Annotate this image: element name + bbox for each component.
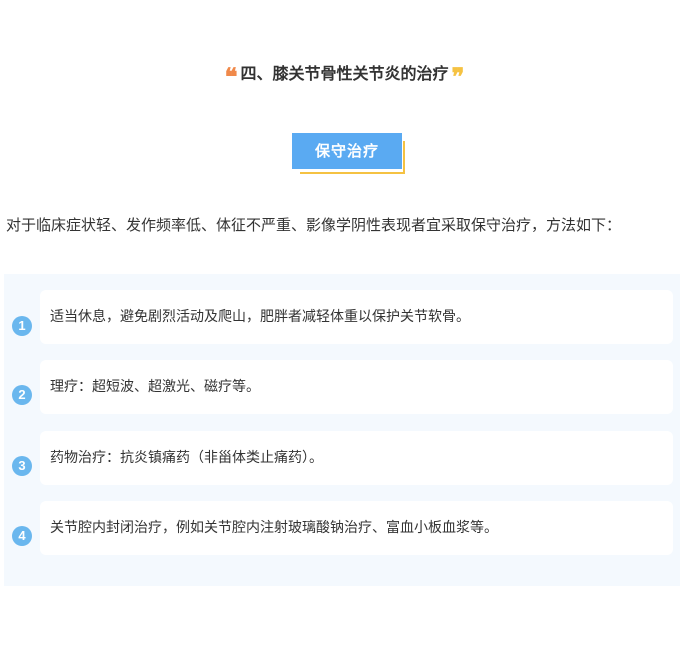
list-item-text: 关节腔内封闭治疗，例如关节腔内注射玻璃酸钠治疗、富血小板血浆等。 — [50, 520, 498, 536]
number-badge-3: 3 — [12, 456, 32, 476]
list-item-text: 药物治疗：抗炎镇痛药（非甾体类止痛药）。 — [50, 450, 323, 466]
number-badge-1: 1 — [12, 316, 32, 336]
section-heading: ❝ 四、膝关节骨性关节炎的治疗 ❞ — [0, 60, 689, 91]
number-badge-2: 2 — [12, 385, 32, 405]
subsection-tag: 保守治疗 — [292, 133, 405, 174]
intro-paragraph: 对于临床症状轻、发作频率低、体征不严重、影像学阴性表现者宜采取保守治疗，方法如下… — [6, 216, 622, 234]
tag-label: 保守治疗 — [292, 133, 402, 169]
number-badge-4: 4 — [12, 526, 32, 546]
list-item-text: 适当休息，避免剧烈活动及爬山，肥胖者减轻体重以保护关节软骨。 — [50, 309, 470, 325]
treatment-list: 1 适当休息，避免剧烈活动及爬山，肥胖者减轻体重以保护关节软骨。 2 理疗：超短… — [4, 274, 680, 586]
quote-open-icon: ❝ — [224, 62, 238, 91]
list-item: 适当休息，避免剧烈活动及爬山，肥胖者减轻体重以保护关节软骨。 — [40, 290, 673, 344]
quote-close-icon: ❞ — [451, 62, 465, 91]
list-item: 理疗：超短波、超激光、磁疗等。 — [40, 360, 673, 414]
section-title-text: 四、膝关节骨性关节炎的治疗 — [240, 64, 449, 83]
list-item: 关节腔内封闭治疗，例如关节腔内注射玻璃酸钠治疗、富血小板血浆等。 — [40, 501, 673, 555]
list-item: 药物治疗：抗炎镇痛药（非甾体类止痛药）。 — [40, 431, 673, 485]
list-item-text: 理疗：超短波、超激光、磁疗等。 — [50, 379, 260, 395]
